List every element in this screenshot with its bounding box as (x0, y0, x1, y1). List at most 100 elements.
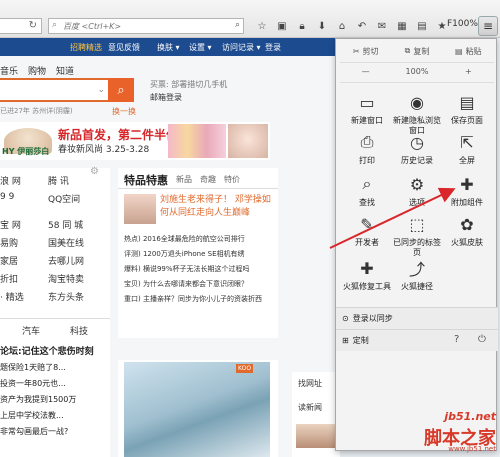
divider (340, 82, 494, 83)
help-icon[interactable]: ? (454, 334, 459, 345)
sync-link[interactable]: ⊙ 登录以同步 (342, 313, 393, 324)
list-item[interactable]: 资产为我提到1500万 (0, 394, 76, 405)
list-item[interactable]: 题保险1天赔了8... (0, 362, 66, 373)
tab-fun[interactable]: 奇趣 (200, 174, 216, 185)
gear-icon[interactable]: ⚙ (90, 166, 99, 177)
list-item[interactable]: 热点) 2016全球最危险的航空公司排行 (124, 234, 245, 244)
list-item[interactable]: 论坛:记住这个悲伤时刻 (0, 344, 94, 357)
firefox-skin-icon: ✿ (460, 214, 474, 234)
list-item[interactable]: 非常勾画最后一战? (0, 426, 68, 437)
divider (118, 188, 278, 189)
zoom-level[interactable]: F100% (447, 19, 478, 29)
site-link[interactable]: QQ空间 (48, 192, 80, 205)
image-icon[interactable]: ▦ (392, 17, 412, 35)
firefox-skin-button[interactable]: ✿ 火狐皮肤 (441, 207, 493, 259)
customize-button[interactable]: ⊞ 定制 (342, 335, 369, 346)
link-shopping[interactable]: 购物 (28, 64, 46, 77)
brand-logo: HY 伊丽莎白 (2, 147, 50, 156)
print-icon: ⎙ (360, 132, 374, 151)
list-item[interactable]: 上层中学校法教... (0, 410, 64, 421)
download-icon[interactable]: ⬇ (312, 17, 332, 35)
site-nav-bar: 招聘精选 意见反馈 换肤 ▾ 设置 ▾ 访问记录 ▾ 登录 (0, 38, 340, 56)
chat-icon[interactable]: ✉ (372, 17, 392, 35)
site-link[interactable]: · 精选 (0, 290, 24, 303)
undo-icon[interactable]: ↶ (352, 17, 372, 35)
site-link[interactable]: 易购 (0, 236, 18, 249)
link-music[interactable]: 音乐 (0, 64, 18, 77)
edit-row: ✂ 剪切 ⧉ 复制 ▤ 粘贴 (340, 42, 494, 60)
site-link[interactable]: 58 同 城 (48, 218, 83, 231)
login-line[interactable]: 买票: 部署措切几手机 (150, 78, 227, 91)
site-link[interactable]: 宝 网 (0, 218, 21, 231)
zoom-out-button[interactable]: — (340, 67, 391, 76)
site-link[interactable]: 淘宝特卖 (48, 272, 84, 285)
clipboard-icon[interactable]: ▣ (272, 17, 292, 35)
paste-icon: ▤ (455, 46, 463, 56)
list-item[interactable]: 爆料) 横说99%杯子无法长期这个过程吗 (124, 264, 250, 274)
site-link[interactable]: 浪 网 (0, 174, 21, 187)
site-link[interactable]: 去哪儿网 (48, 254, 84, 267)
repair-tool-button[interactable]: ✚ 火狐修复工具 (341, 251, 393, 303)
zoom-in-button[interactable]: + (443, 67, 494, 76)
find-site-link[interactable]: 找网址 (298, 378, 322, 389)
home-icon[interactable]: ⌂ (332, 17, 352, 35)
shortcut-button[interactable]: ⤴ 火狐捷径 (391, 251, 443, 303)
link-zhidao[interactable]: 知道 (56, 64, 74, 77)
news-tabs: 汽车 科技 (0, 318, 110, 340)
list-item[interactable]: 评测) 1200万退头iPhone SE相机有绣 (124, 249, 245, 259)
news-thumbnail[interactable] (296, 424, 336, 448)
nav-item-skin[interactable]: 换肤 ▾ (157, 42, 180, 53)
web-page: 招聘精选 意见反馈 换肤 ▾ 设置 ▾ 访问记录 ▾ 登录 音乐 购物 知道 ⌄… (0, 38, 340, 457)
grid-icon[interactable]: ▤ (412, 17, 432, 35)
site-link[interactable]: 9 9 (0, 192, 14, 202)
copy-icon: ⧉ (404, 46, 411, 55)
search-input[interactable] (63, 20, 228, 32)
power-icon[interactable]: ⏻ (478, 334, 486, 345)
tab-new[interactable]: 新品 (176, 174, 192, 185)
search-bar[interactable]: ⌕ ⌕ (48, 18, 244, 34)
site-link[interactable]: 折扣 (0, 272, 18, 285)
face-image (228, 124, 268, 158)
reload-icon[interactable]: ↻ (29, 20, 37, 31)
search-go-icon[interactable]: ⌕ (235, 20, 240, 30)
magazine-panel[interactable]: KOO (118, 360, 278, 457)
tab-tech[interactable]: 科技 (70, 324, 88, 337)
copy-button[interactable]: ⧉ 复制 (391, 46, 442, 57)
sync-row[interactable]: ⊙ 登录以同步 (336, 307, 498, 329)
site-link[interactable]: 国美在线 (48, 236, 84, 249)
cut-label: 剪切 (362, 46, 379, 56)
list-item[interactable]: 投资一年80元也... (0, 378, 66, 389)
list-item[interactable]: 重口) 主播亲样？同步为你小儿子的资装折西 (124, 294, 262, 304)
paste-button[interactable]: ▤ 粘贴 (443, 46, 494, 57)
nav-item-login[interactable]: 登录 (265, 42, 281, 53)
read-news-link[interactable]: 读新闻 (298, 402, 322, 413)
site-link[interactable]: 家居 (0, 254, 18, 267)
feature-headline[interactable]: 刘施生老来得子！ 邓学操如何从同红走向人生巅峰 (160, 194, 278, 220)
page-search-button[interactable]: ⌕ (108, 78, 134, 102)
nav-item-feedback[interactable]: 意见反馈 (108, 42, 140, 53)
site-link[interactable]: 腾 讯 (48, 174, 69, 187)
tab-sale[interactable]: 特价 (224, 174, 240, 185)
nav-item-history[interactable]: 访问记录 ▾ (222, 42, 261, 53)
ad-banner[interactable]: HY 伊丽莎白 新品首发，第二件半价 春妆新风尚 3.25-3.28 (0, 122, 270, 160)
page-search-input[interactable]: ⌄ (0, 78, 110, 102)
star-icon[interactable]: ☆ (252, 17, 272, 35)
banner-headline: 新品首发，第二件半价 (58, 128, 179, 142)
feature-thumbnail[interactable] (124, 194, 156, 224)
cut-button[interactable]: ✂ 剪切 (340, 46, 391, 57)
url-bar[interactable]: ↻ (0, 18, 42, 34)
tab-auto[interactable]: 汽车 (22, 324, 40, 337)
lock-icon[interactable]: 🔒︎ (292, 17, 312, 35)
list-item[interactable]: 宝贝) 为什么去哪请来都会下意识闭眼？ (124, 279, 248, 289)
refresh-link[interactable]: 换一换 (112, 106, 136, 117)
nav-item-jobs[interactable]: 招聘精选 (70, 42, 102, 53)
news-list: 论坛:记住这个悲伤时刻 题保险1天赔了8... 投资一年80元也... 资产为我… (0, 340, 110, 457)
fullscreen-icon: ⇱ (460, 132, 474, 152)
menu-button[interactable]: ≡ (478, 16, 498, 36)
nav-item-settings[interactable]: 设置 ▾ (189, 42, 212, 53)
zoom-reset-button[interactable]: 100% (391, 67, 442, 76)
email-login-link[interactable]: 邮箱登录 (150, 91, 227, 104)
chevron-down-icon[interactable]: ⌄ (97, 85, 105, 95)
site-link[interactable]: 东方头条 (48, 290, 84, 303)
developer-icon: ✎ (360, 214, 374, 234)
